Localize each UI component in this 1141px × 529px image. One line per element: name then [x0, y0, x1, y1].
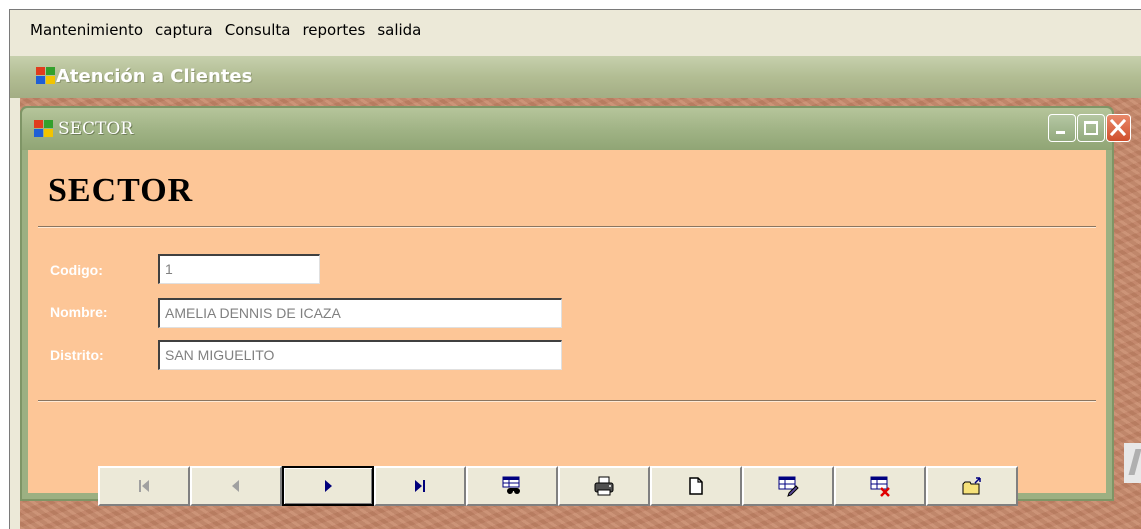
menu-reportes[interactable]: reportes	[302, 21, 365, 39]
last-record-button[interactable]	[374, 466, 466, 506]
nombre-label: Nombre:	[50, 304, 108, 320]
menu-captura[interactable]: captura	[155, 21, 213, 39]
menu-salida[interactable]: salida	[377, 21, 421, 39]
distrito-label: Distrito:	[50, 347, 104, 363]
print-icon	[594, 476, 614, 496]
first-record-button[interactable]	[98, 466, 190, 506]
window-title-bar[interactable]: SECTOR	[22, 108, 1131, 150]
edit-record-button[interactable]	[742, 466, 834, 506]
new-record-button[interactable]	[650, 466, 742, 506]
background-decoration	[1124, 443, 1141, 483]
window-windows-icon	[34, 120, 54, 137]
form-heading: SECTOR	[48, 172, 194, 209]
previous-record-icon	[232, 480, 239, 492]
minimize-icon	[1056, 131, 1065, 134]
find-button[interactable]	[466, 466, 558, 506]
distrito-field[interactable]: SAN MIGUELITO	[158, 340, 562, 370]
first-record-icon	[139, 480, 149, 492]
header-separator	[38, 226, 1096, 228]
previous-record-button[interactable]	[190, 466, 282, 506]
next-record-button[interactable]	[282, 466, 374, 506]
app-title-bar[interactable]: Atención a Clientes	[10, 56, 1141, 98]
close-button[interactable]	[1106, 114, 1131, 142]
minimize-button[interactable]	[1048, 114, 1076, 142]
new-record-icon	[689, 477, 703, 495]
app-windows-icon	[36, 67, 56, 84]
menu-consulta[interactable]: Consulta	[225, 21, 291, 39]
maximize-button[interactable]	[1077, 114, 1105, 142]
delete-record-button[interactable]	[834, 466, 926, 506]
last-record-icon	[415, 480, 425, 492]
find-icon	[502, 476, 520, 494]
close-icon	[1109, 118, 1127, 137]
print-button[interactable]	[558, 466, 650, 506]
delete-record-icon	[870, 476, 890, 497]
codigo-label: Codigo:	[50, 262, 103, 278]
exit-icon	[962, 477, 981, 495]
edit-record-icon	[778, 476, 799, 497]
form-area: SECTOR Codigo: 1 Nombre: AMELIA DENNIS D…	[28, 150, 1106, 506]
menu-bar: Mantenimiento captura Consulta reportes …	[10, 10, 1141, 50]
footer-separator	[38, 400, 1096, 402]
navigation-toolbar	[98, 466, 1018, 506]
nombre-field[interactable]: AMELIA DENNIS DE ICAZA	[158, 298, 562, 328]
next-record-icon	[325, 480, 332, 492]
codigo-field[interactable]: 1	[158, 254, 320, 284]
app-title: Atención a Clientes	[56, 66, 253, 87]
window-title: SECTOR	[58, 119, 134, 139]
sector-window: SECTOR SECTOR Codigo: 1 Nombre: AMELIA D…	[20, 106, 1131, 506]
menu-mantenimiento[interactable]: Mantenimiento	[30, 21, 143, 39]
exit-button[interactable]	[926, 466, 1018, 506]
maximize-icon	[1084, 121, 1098, 135]
